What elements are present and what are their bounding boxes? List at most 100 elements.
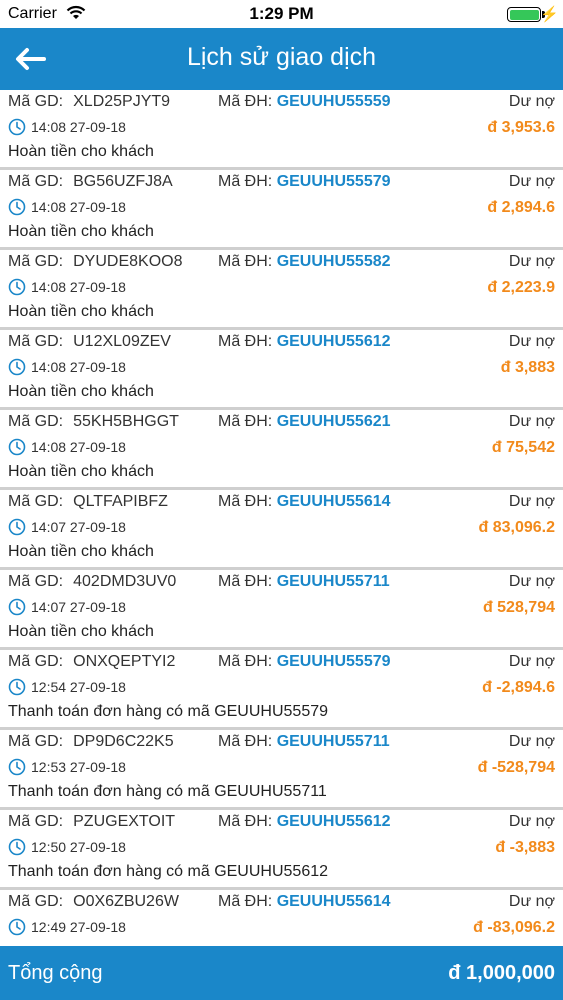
- clock-icon: [8, 118, 26, 136]
- transaction-row[interactable]: Mã GD: QLTFAPIBFZ Mã ĐH: GEUUHU55614 Dư n…: [0, 490, 563, 570]
- transaction-time: 12:49 27-09-18: [8, 918, 126, 936]
- transaction-id-label: Mã GD:: [8, 493, 64, 510]
- order-id: Mã ĐH: GEUUHU55579: [218, 173, 391, 191]
- transaction-description: Thanh toán đơn hàng có mã GEUUHU55711: [8, 783, 327, 800]
- order-id: Mã ĐH: GEUUHU55612: [218, 813, 391, 831]
- status-time: 1:29 PM: [249, 4, 314, 23]
- transaction-id: Mã GD: PZUGEXTOIT: [8, 813, 175, 831]
- transaction-id-label: Mã GD:: [8, 173, 64, 190]
- transaction-row[interactable]: Mã GD: DYUDE8KOO8 Mã ĐH: GEUUHU55582 Dư n…: [0, 250, 563, 330]
- order-id: Mã ĐH: GEUUHU55614: [218, 493, 391, 511]
- transaction-id-value: 55KH5BHGGT: [73, 413, 179, 430]
- order-id-value[interactable]: GEUUHU55579: [277, 653, 391, 670]
- transaction-time: 14:07 27-09-18: [8, 598, 126, 616]
- transaction-time-value: 14:08 27-09-18: [31, 439, 126, 455]
- transaction-id-value: DP9D6C22K5: [73, 733, 174, 750]
- transaction-time-value: 14:08 27-09-18: [31, 279, 126, 295]
- transaction-id-value: O0X6ZBU26W: [73, 893, 179, 910]
- order-id-value[interactable]: GEUUHU55612: [277, 333, 391, 350]
- order-id-value[interactable]: GEUUHU55711: [277, 733, 390, 750]
- transaction-row[interactable]: Mã GD: ONXQEPTYI2 Mã ĐH: GEUUHU55579 Dư n…: [0, 650, 563, 730]
- clock-icon: [8, 518, 26, 536]
- transaction-time-value: 14:07 27-09-18: [31, 599, 126, 615]
- order-id-value[interactable]: GEUUHU55614: [277, 493, 391, 510]
- transaction-description: Hoàn tiền cho khách: [8, 383, 154, 400]
- transaction-amount: đ -528,794: [477, 759, 555, 776]
- clock-icon: [8, 598, 26, 616]
- order-id-label: Mã ĐH:: [218, 493, 273, 510]
- transaction-id: Mã GD: BG56UZFJ8A: [8, 173, 173, 191]
- transaction-id-value: XLD25PJYT9: [73, 93, 171, 110]
- charging-icon: ⚡: [540, 6, 559, 23]
- transaction-time: 12:53 27-09-18: [8, 758, 126, 776]
- order-id-value[interactable]: GEUUHU55582: [277, 253, 391, 270]
- transaction-id-label: Mã GD:: [8, 573, 64, 590]
- transaction-type: Dư nợ: [508, 173, 555, 190]
- transaction-time: 14:08 27-09-18: [8, 118, 126, 136]
- order-id-value[interactable]: GEUUHU55621: [277, 413, 391, 430]
- transaction-id-label: Mã GD:: [8, 813, 64, 830]
- transaction-type: Dư nợ: [508, 573, 555, 590]
- transaction-row[interactable]: Mã GD: BG56UZFJ8A Mã ĐH: GEUUHU55579 Dư n…: [0, 170, 563, 250]
- transaction-id-value: 402DMD3UV0: [73, 573, 177, 590]
- order-id-value[interactable]: GEUUHU55579: [277, 173, 391, 190]
- transaction-description: Hoàn tiền cho khách: [8, 223, 154, 240]
- order-id-label: Mã ĐH:: [218, 253, 273, 270]
- transaction-row[interactable]: Mã GD: 55KH5BHGGT Mã ĐH: GEUUHU55621 Dư n…: [0, 410, 563, 490]
- transaction-description: Thanh toán đơn hàng có mã GEUUHU55579: [8, 703, 329, 720]
- transaction-description: Hoàn tiền cho khách: [8, 303, 154, 320]
- transaction-row[interactable]: Mã GD: DP9D6C22K5 Mã ĐH: GEUUHU55711 Dư n…: [0, 730, 563, 810]
- transaction-type: Dư nợ: [508, 813, 555, 830]
- order-id-value[interactable]: GEUUHU55614: [277, 893, 391, 910]
- clock-icon: [8, 358, 26, 376]
- transaction-row[interactable]: Mã GD: O0X6ZBU26W Mã ĐH: GEUUHU55614 Dư n…: [0, 890, 563, 946]
- transaction-time: 14:08 27-09-18: [8, 358, 126, 376]
- total-bar: Tổng cộng đ 1,000,000: [0, 946, 563, 1000]
- transaction-list[interactable]: Mã GD: XLD25PJYT9 Mã ĐH: GEUUHU55559 Dư n…: [0, 90, 563, 946]
- order-id-value[interactable]: GEUUHU55559: [277, 93, 391, 110]
- transaction-type: Dư nợ: [508, 733, 555, 750]
- transaction-time-value: 14:08 27-09-18: [31, 359, 126, 375]
- order-id-value[interactable]: GEUUHU55711: [277, 573, 390, 590]
- transaction-amount: đ 3,953.6: [487, 119, 555, 136]
- total-value: đ 1,000,000: [448, 962, 555, 984]
- clock-icon: [8, 198, 26, 216]
- transaction-amount: đ -2,894.6: [482, 679, 555, 696]
- transaction-description: Hoàn tiền cho khách: [8, 463, 154, 480]
- transaction-id: Mã GD: 402DMD3UV0: [8, 573, 176, 591]
- transaction-id-value: PZUGEXTOIT: [73, 813, 176, 830]
- transaction-id-label: Mã GD:: [8, 893, 64, 910]
- order-id-label: Mã ĐH:: [218, 413, 273, 430]
- transaction-amount: đ 75,542: [491, 439, 555, 456]
- order-id-label: Mã ĐH:: [218, 173, 273, 190]
- transaction-row[interactable]: Mã GD: U12XL09ZEV Mã ĐH: GEUUHU55612 Dư n…: [0, 330, 563, 410]
- transaction-id-label: Mã GD:: [8, 253, 64, 270]
- transaction-row[interactable]: Mã GD: PZUGEXTOIT Mã ĐH: GEUUHU55612 Dư n…: [0, 810, 563, 890]
- transaction-id: Mã GD: O0X6ZBU26W: [8, 893, 179, 911]
- transaction-row[interactable]: Mã GD: XLD25PJYT9 Mã ĐH: GEUUHU55559 Dư n…: [0, 90, 563, 170]
- transaction-amount: đ 83,096.2: [478, 519, 556, 536]
- transaction-row[interactable]: Mã GD: 402DMD3UV0 Mã ĐH: GEUUHU55711 Dư n…: [0, 570, 563, 650]
- transaction-description: Thanh toán đơn hàng có mã GEUUHU55612: [8, 863, 329, 880]
- transaction-type: Dư nợ: [508, 653, 555, 670]
- order-id-value[interactable]: GEUUHU55612: [277, 813, 391, 830]
- nav-bar: Lịch sử giao dịch: [0, 28, 563, 90]
- clock-icon: [8, 678, 26, 696]
- battery-fill: [509, 9, 539, 20]
- transaction-amount: đ 528,794: [482, 599, 555, 616]
- transaction-time: 14:08 27-09-18: [8, 278, 126, 296]
- clock-icon: [8, 438, 26, 456]
- order-id-label: Mã ĐH:: [218, 893, 273, 910]
- order-id: Mã ĐH: GEUUHU55579: [218, 653, 391, 671]
- transaction-id-label: Mã GD:: [8, 733, 64, 750]
- transaction-time: 14:07 27-09-18: [8, 518, 126, 536]
- order-id: Mã ĐH: GEUUHU55621: [218, 413, 391, 431]
- clock-icon: [8, 838, 26, 856]
- transaction-time-value: 14:08 27-09-18: [31, 119, 126, 135]
- order-id-label: Mã ĐH:: [218, 333, 273, 350]
- order-id-label: Mã ĐH:: [218, 733, 273, 750]
- transaction-id-label: Mã GD:: [8, 333, 64, 350]
- order-id: Mã ĐH: GEUUHU55711: [218, 733, 390, 751]
- transaction-description: Hoàn tiền cho khách: [8, 143, 154, 160]
- transaction-amount: đ 3,883: [500, 359, 555, 376]
